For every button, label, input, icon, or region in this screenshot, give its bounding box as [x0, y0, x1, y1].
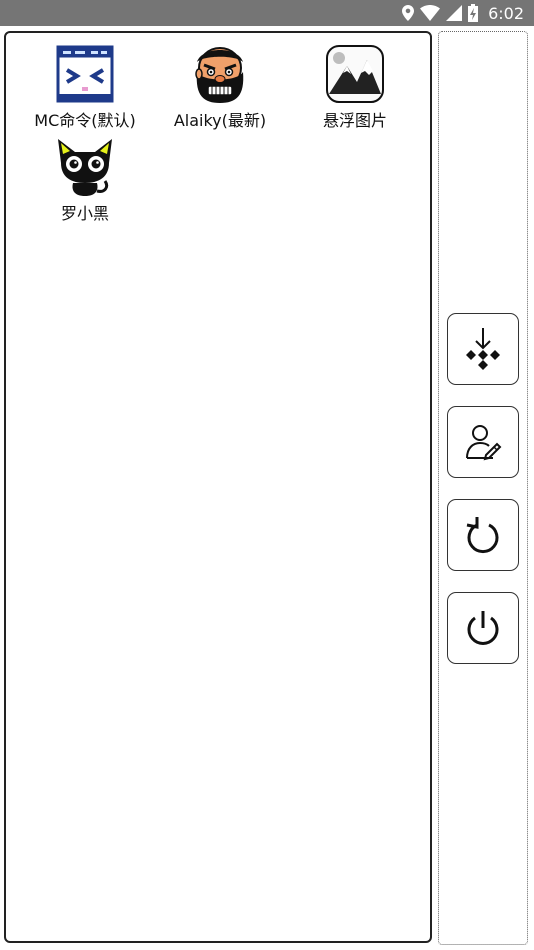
- status-icons: 6:02: [402, 0, 524, 26]
- floating-image-icon: [326, 45, 384, 103]
- signal-icon: [446, 5, 463, 21]
- move-arrows-icon: [466, 328, 500, 370]
- status-bar: 6:02: [0, 0, 534, 26]
- app-label: Alaiky(最新): [173, 111, 267, 130]
- luoxiaohei-icon: [58, 139, 112, 196]
- battery-charging-icon: [468, 4, 479, 22]
- refresh-icon: [466, 517, 499, 554]
- app-tile-mc-command[interactable]: MC命令(默认): [20, 44, 150, 138]
- app-tile-alaiky[interactable]: Alaiky(最新): [155, 44, 285, 138]
- app-tile-floating-image[interactable]: 悬浮图片: [290, 44, 420, 138]
- app-grid-panel: MC命令(默认) Alaiky(最新) 悬浮图片 罗小黑: [4, 31, 432, 943]
- refresh-button[interactable]: [447, 499, 519, 571]
- power-button[interactable]: [447, 592, 519, 664]
- app-label: 罗小黑: [60, 204, 109, 223]
- status-time: 6:02: [488, 3, 524, 23]
- user-edit-button[interactable]: [447, 406, 519, 478]
- power-icon: [467, 611, 499, 645]
- location-icon: [402, 5, 415, 21]
- move-button[interactable]: [447, 313, 519, 385]
- app-label: 悬浮图片: [322, 111, 387, 130]
- user-edit-icon: [466, 425, 502, 461]
- alaiky-icon: [195, 47, 244, 103]
- mc-command-icon: [56, 45, 114, 103]
- side-toolbar: [438, 31, 528, 945]
- app-label: MC命令(默认): [34, 111, 136, 130]
- app-tile-luoxiaohei[interactable]: 罗小黑: [20, 137, 150, 231]
- wifi-icon: [420, 5, 441, 21]
